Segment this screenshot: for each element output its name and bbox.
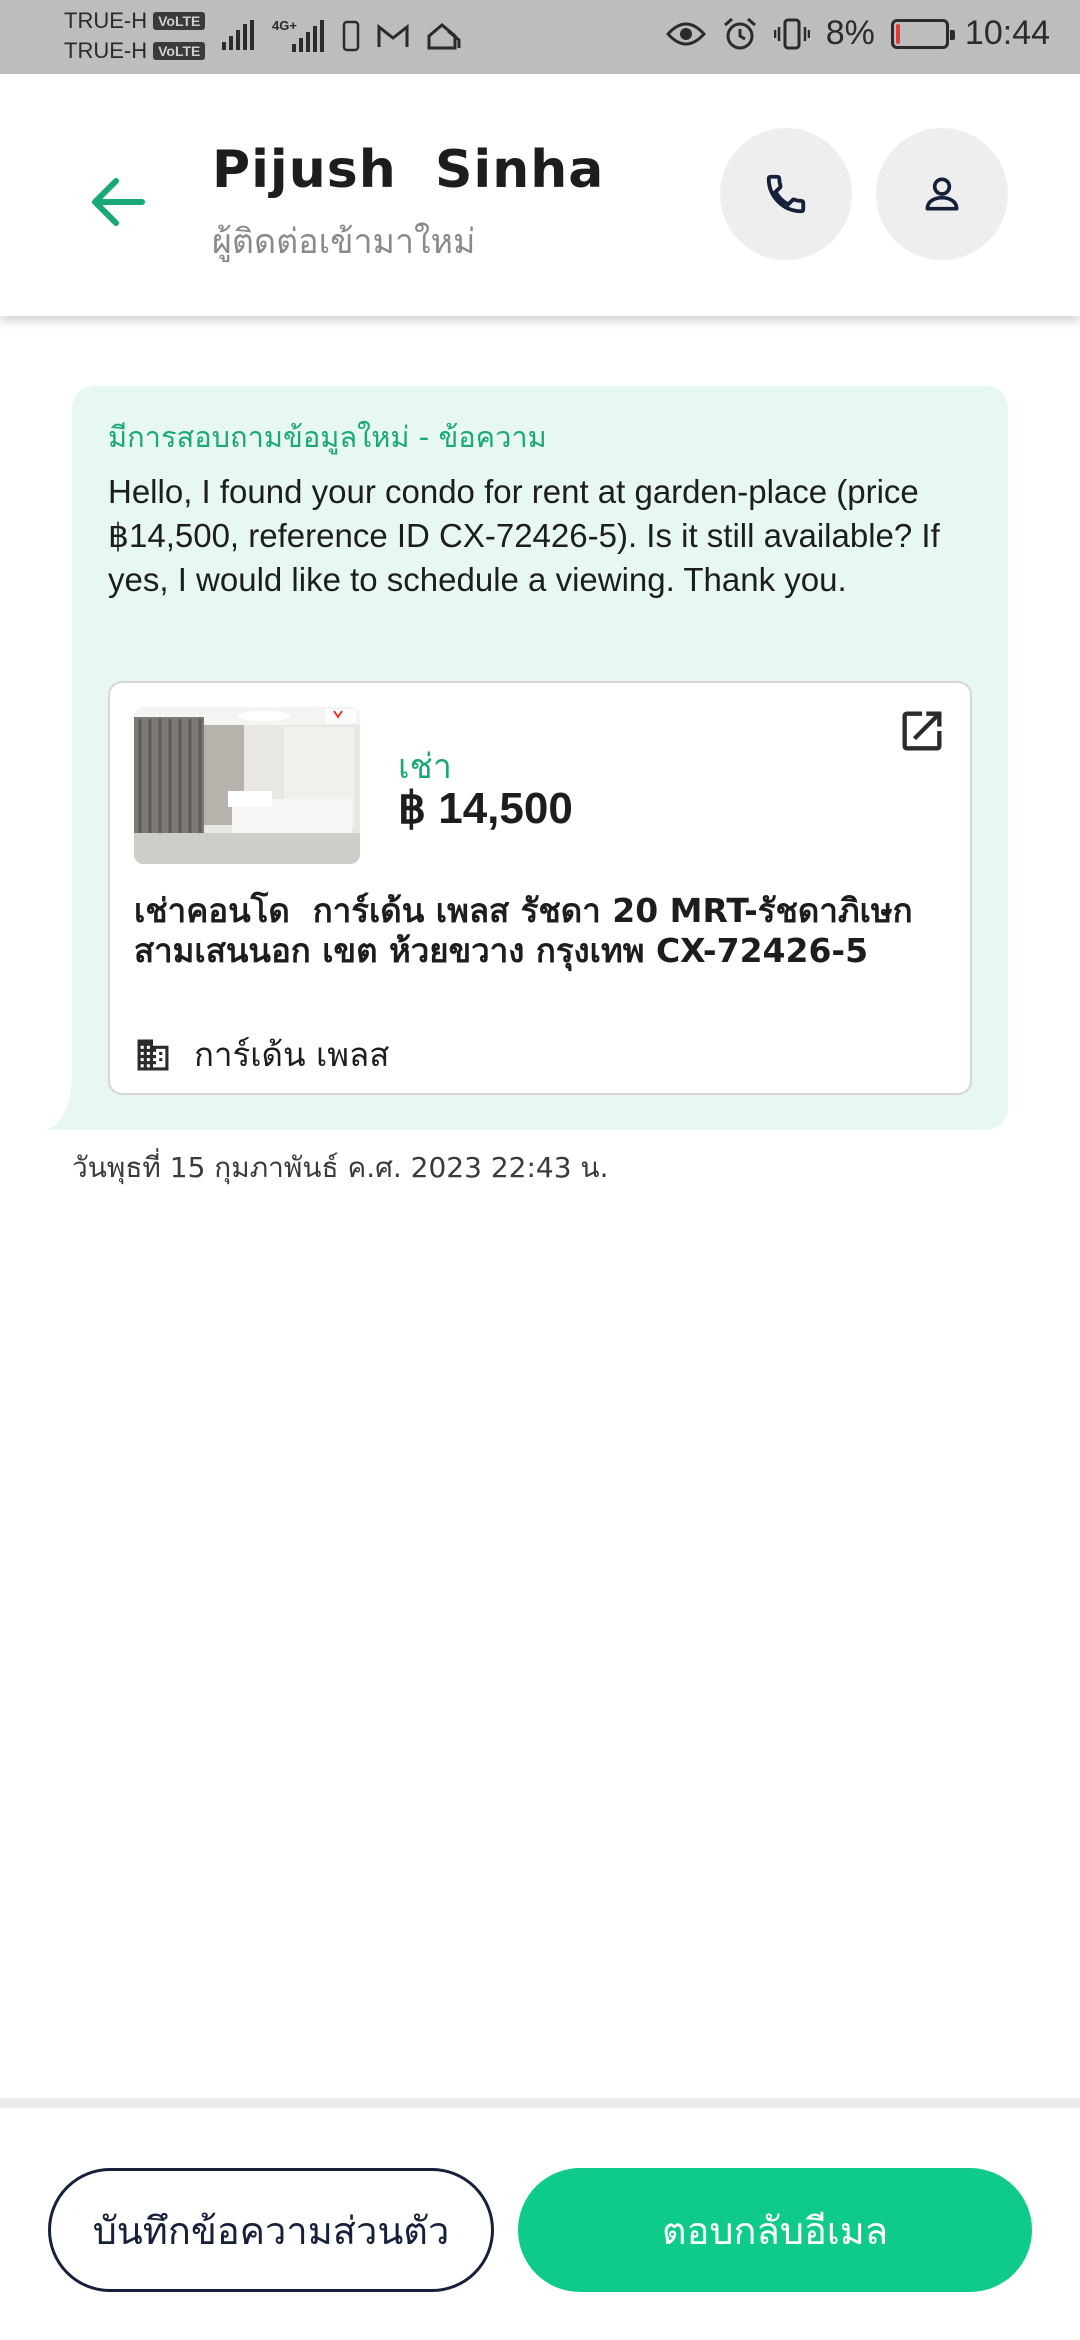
bottom-action-bar: บันทึกข้อความส่วนตัว ตอบกลับอีเมล (0, 2098, 1080, 2340)
carrier-1-label: TRUE-H (64, 8, 148, 33)
private-note-button[interactable]: บันทึกข้อความส่วนตัว (48, 2168, 494, 2292)
carrier-2: TRUE-H VoLTE (64, 36, 206, 66)
listing-card[interactable]: เช่า ฿ 14,500 เช่าคอนโด การ์เด้น เพลส รั… (108, 681, 972, 1095)
call-button[interactable] (720, 128, 852, 260)
gmail-icon (377, 23, 409, 47)
clock: 10:44 (964, 14, 1050, 52)
signal-4g-icon: 4G+ (272, 18, 324, 52)
listing-photo (134, 707, 360, 864)
message-bubble: มีการสอบถามข้อมูลใหม่ - ข้อความ Hello, I… (72, 386, 1008, 1130)
eye-icon (665, 22, 706, 45)
volte-badge: VoLTE (153, 12, 206, 30)
carrier-2-label: TRUE-H (64, 38, 148, 63)
listing-project: การ์เด้น เพลส (134, 1028, 389, 1081)
battery-percent: 8% (825, 14, 875, 52)
listing-project-name: การ์เด้น เพลส (194, 1035, 390, 1074)
signal-icon (222, 20, 254, 50)
open-external-icon[interactable] (896, 705, 948, 757)
phone-icon (766, 174, 806, 214)
reply-email-button[interactable]: ตอบกลับอีเมล (518, 2168, 1032, 2292)
alarm-icon (723, 17, 756, 49)
carrier-info: TRUE-H VoLTE TRUE-H VoLTE (64, 6, 206, 66)
inquiry-label: มีการสอบถามข้อมูลใหม่ - ข้อความ (108, 420, 547, 454)
status-left-icons: 4G+ (222, 18, 462, 54)
battery-level-fill (895, 23, 900, 44)
profile-button[interactable] (876, 128, 1008, 260)
battery-icon (890, 18, 955, 49)
vibrate-phone-icon (342, 20, 360, 52)
vibrate-icon (773, 18, 810, 49)
message-text: Hello, I found your condo for rent at ga… (108, 473, 940, 598)
chat-header: Pijush Sinha ผู้ติดต่อเข้ามาใหม่ (0, 74, 1080, 316)
arrow-left-icon (92, 178, 145, 226)
carrier-1: TRUE-H VoLTE (64, 6, 206, 36)
listing-title: เช่าคอนโด การ์เด้น เพลส รัชดา 20 MRT-รัช… (134, 891, 925, 970)
person-icon (925, 177, 959, 211)
listing-price: ฿ 14,500 (398, 784, 573, 833)
status-right: 8% 10:44 (665, 14, 1050, 53)
contact-status: ผู้ติดต่อเข้ามาใหม่ (212, 222, 476, 262)
back-button[interactable] (76, 160, 160, 244)
network-type-label: 4G+ (272, 18, 297, 33)
contact-name: Pijush Sinha (212, 140, 605, 200)
volte-badge: VoLTE (153, 42, 206, 60)
status-bar: TRUE-H VoLTE TRUE-H VoLTE 4G+ 8% 10:44 (0, 0, 1080, 74)
message-timestamp: วันพุธที่ 15 กุมภาพันธ์ ค.ศ. 2023 22:43 … (72, 1151, 609, 1184)
building-icon (137, 1039, 169, 1070)
home-icon (427, 23, 461, 50)
